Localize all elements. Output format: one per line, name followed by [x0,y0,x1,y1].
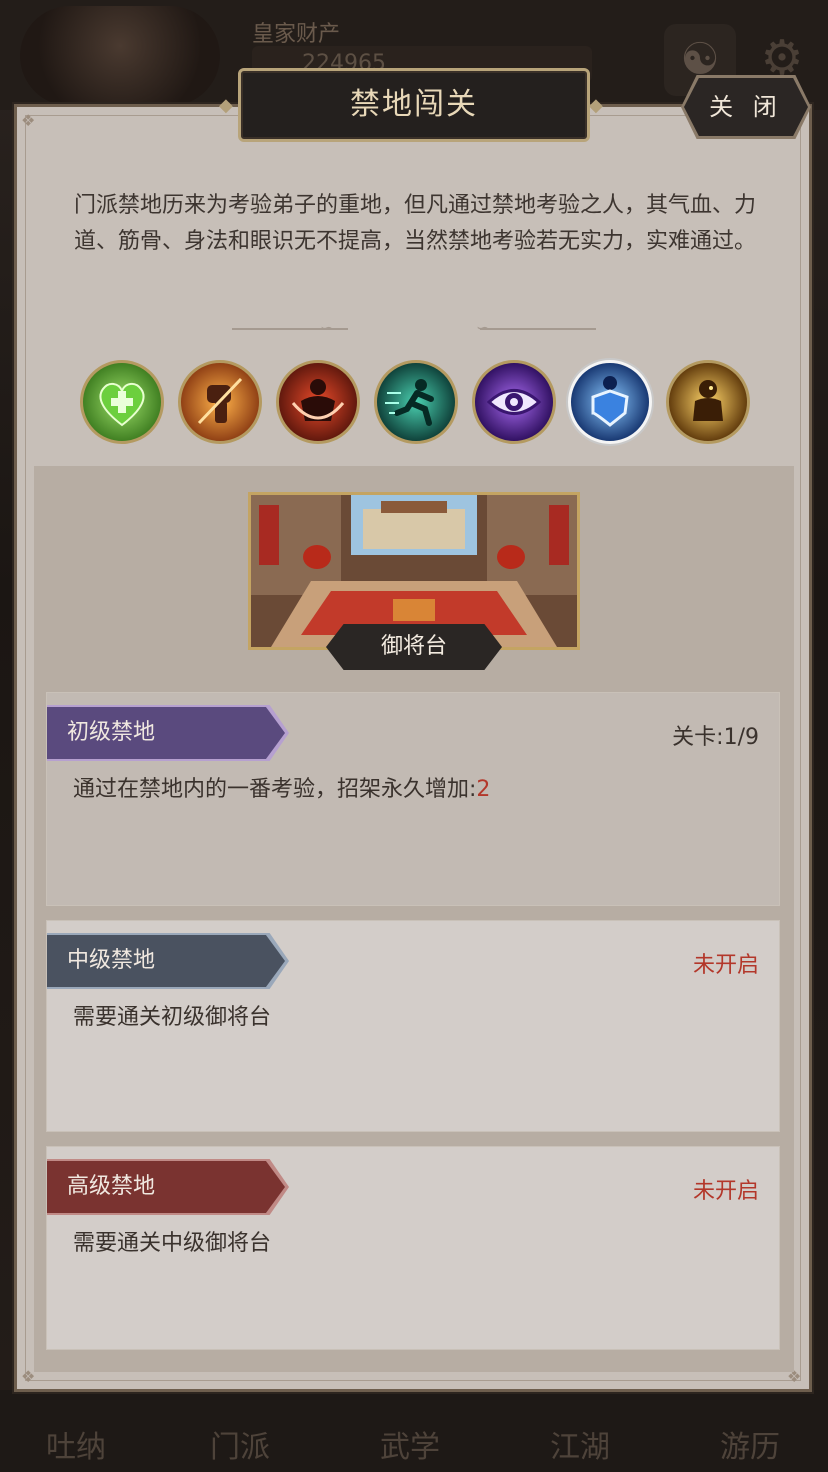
divider [480,328,596,330]
stage-locked-status: 未开启 [692,953,759,978]
eye-icon[interactable] [472,360,556,444]
nav-item-tuna: 吐纳 [46,1430,106,1465]
corner-ornament-icon: ❖ [21,111,36,130]
stage-requirement-text: 通过在禁地内的一番考验，招架永久增加: [73,777,477,802]
currency-label: 皇家财产 [252,22,341,47]
shield-figure-icon[interactable] [568,360,652,444]
stage-card-advanced[interactable]: 高级禁地 未开启 需要通关中级御将台 [46,1146,780,1350]
scene-name: 御将台 [326,624,502,670]
avatar [20,6,220,106]
stage-name: 初级禁地 [47,707,285,759]
stage-card-basic[interactable]: 初级禁地 关卡:1/9 通过在禁地内的一番考验，招架永久增加:2 [46,692,780,906]
nav-item-jianghu: 江湖 [550,1430,610,1465]
strongman-icon[interactable] [276,360,360,444]
fist-icon[interactable] [178,360,262,444]
title-ornament-icon: ◆ [219,95,233,116]
dialog-description: 门派禁地历来为考验弟子的重地，但凡通过禁地考验之人，其气血、力道、筋骨、身法和眼… [73,193,756,254]
stage-requirement: 通过在禁地内的一番考验，招架永久增加:2 [73,771,490,803]
running-figure-icon[interactable] [374,360,458,444]
stage-requirement: 需要通关中级御将台 [73,1231,272,1256]
stage-bonus-value: 2 [476,777,491,802]
heart-cross-icon[interactable] [80,360,164,444]
stage-progress: 关卡:1/9 [672,725,759,750]
stage-name: 中级禁地 [47,935,285,987]
dialog-title-plate: ◆ ◆ 禁地闯关 [219,68,603,142]
title-ornament-icon: ◆ [589,95,603,116]
stage-requirement: 需要通关初级御将台 [73,1005,272,1030]
nav-item-youli: 游历 [720,1430,780,1465]
stage-locked-status: 未开启 [692,1179,759,1204]
stage-card-intermediate[interactable]: 中级禁地 未开启 需要通关初级御将台 [46,920,780,1132]
nav-item-menpai: 门派 [210,1430,270,1465]
bottom-nav: 吐纳 门派 武学 江湖 游历 [0,1390,828,1472]
close-button[interactable]: 关 闭 [684,78,808,136]
meditating-figure-icon[interactable] [666,360,750,444]
dialog-title: 禁地闯关 [350,87,478,122]
nav-item-wuxue: 武学 [380,1430,440,1465]
divider-ornament-icon: ∽ [320,318,334,337]
attribute-icons-row [80,360,752,448]
stage-name: 高级禁地 [47,1161,285,1213]
